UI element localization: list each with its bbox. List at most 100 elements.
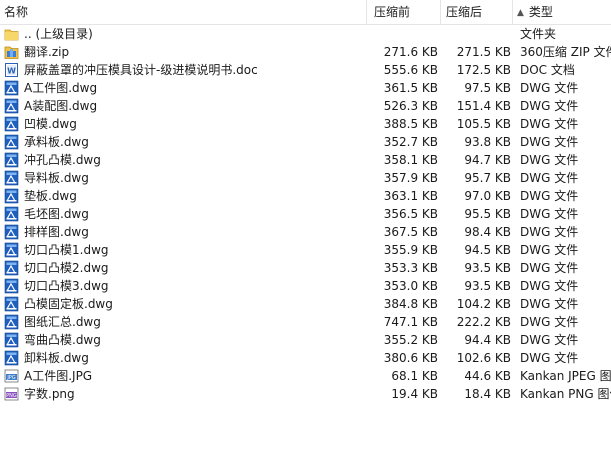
file-row[interactable]: 图纸汇总.dwg 747.1 KB 222.2 KB DWG 文件 (0, 313, 611, 331)
file-packed-size: 388.5 KB (383, 117, 438, 131)
file-packed-size: 353.0 KB (383, 279, 438, 293)
file-size: 97.0 KB (464, 189, 511, 203)
doc-file-icon: W (4, 62, 19, 78)
file-type: DWG 文件 (520, 135, 579, 149)
file-packed-size: 555.6 KB (383, 63, 438, 77)
file-type: DWG 文件 (520, 261, 579, 275)
dwg-file-icon (4, 314, 19, 330)
column-divider[interactable] (440, 0, 441, 24)
file-row[interactable]: 排样图.dwg 367.5 KB 98.4 KB DWG 文件 (0, 223, 611, 241)
file-row[interactable]: 切口凸模2.dwg 353.3 KB 93.5 KB DWG 文件 (0, 259, 611, 277)
file-size: 95.5 KB (464, 207, 511, 221)
file-type: Kankan JPEG 图像 (520, 369, 611, 383)
file-size: 94.5 KB (464, 243, 511, 257)
dwg-file-icon (4, 116, 19, 132)
file-row[interactable]: A工件图.dwg 361.5 KB 97.5 KB DWG 文件 (0, 79, 611, 97)
file-packed-size: 361.5 KB (383, 81, 438, 95)
file-name: 翻译.zip (24, 45, 70, 59)
file-row[interactable]: 毛坯图.dwg 356.5 KB 95.5 KB DWG 文件 (0, 205, 611, 223)
file-packed-size (372, 25, 438, 43)
file-row[interactable]: 承料板.dwg 352.7 KB 93.8 KB DWG 文件 (0, 133, 611, 151)
file-row[interactable]: A装配图.dwg 526.3 KB 151.4 KB DWG 文件 (0, 97, 611, 115)
png-image-icon: PNG (4, 386, 19, 402)
file-packed-size: 747.1 KB (383, 315, 438, 329)
column-header-size[interactable]: 压缩后 (446, 0, 482, 24)
file-row[interactable]: 凹模.dwg 388.5 KB 105.5 KB DWG 文件 (0, 115, 611, 133)
file-packed-size: 68.1 KB (391, 369, 438, 383)
file-name: 排样图.dwg (24, 225, 89, 239)
column-header-name[interactable]: 名称 (4, 0, 28, 24)
svg-text:W: W (7, 67, 16, 76)
dwg-file-icon (4, 296, 19, 312)
file-size: 98.4 KB (464, 225, 511, 239)
file-packed-size: 352.7 KB (383, 135, 438, 149)
dwg-file-icon (4, 278, 19, 294)
file-name: 屏蔽盖罩的冲压模具设计-级进模说明书.doc (24, 63, 258, 77)
dwg-file-icon (4, 224, 19, 240)
file-type: DWG 文件 (520, 117, 579, 131)
file-size: 222.2 KB (456, 315, 511, 329)
file-row[interactable]: .. (上级目录) 文件夹 (0, 25, 611, 43)
file-row[interactable]: 切口凸模1.dwg 355.9 KB 94.5 KB DWG 文件 (0, 241, 611, 259)
file-row[interactable]: JPG A工件图.JPG 68.1 KB 44.6 KB Kankan JPEG 图像 (0, 367, 611, 385)
file-packed-size: 355.2 KB (383, 333, 438, 347)
file-type: DWG 文件 (520, 243, 579, 257)
file-type: DOC 文档 (520, 63, 575, 77)
file-row[interactable]: 冲孔凸模.dwg 358.1 KB 94.7 KB DWG 文件 (0, 151, 611, 169)
file-size: 95.7 KB (464, 171, 511, 185)
jpg-image-icon: JPG (4, 368, 19, 384)
file-name: 凸模固定板.dwg (24, 297, 113, 311)
folder-up-icon (4, 26, 19, 42)
dwg-file-icon (4, 80, 19, 96)
dwg-file-icon (4, 188, 19, 204)
file-type: DWG 文件 (520, 207, 579, 221)
column-header-packed[interactable]: 压缩前 (374, 0, 410, 24)
file-type: Kankan PNG 图像 (520, 387, 611, 401)
zip-archive-icon (4, 44, 19, 60)
file-size: 93.5 KB (464, 261, 511, 275)
file-name: 毛坯图.dwg (24, 207, 89, 221)
file-packed-size: 384.8 KB (383, 297, 438, 311)
file-packed-size: 526.3 KB (383, 99, 438, 113)
file-type: DWG 文件 (520, 99, 579, 113)
file-row[interactable]: 弯曲凸模.dwg 355.2 KB 94.4 KB DWG 文件 (0, 331, 611, 349)
file-row[interactable]: 翻译.zip 271.6 KB 271.5 KB 360压缩 ZIP 文件 (0, 43, 611, 61)
file-name: 切口凸模1.dwg (24, 243, 109, 257)
file-size: 271.5 KB (456, 45, 511, 59)
file-packed-size: 271.6 KB (383, 45, 438, 59)
file-type: DWG 文件 (520, 333, 579, 347)
file-type: DWG 文件 (520, 171, 579, 185)
dwg-file-icon (4, 332, 19, 348)
file-name: 弯曲凸模.dwg (24, 333, 101, 347)
column-header-type-label: 类型 (528, 5, 553, 19)
file-type: DWG 文件 (520, 279, 579, 293)
dwg-file-icon (4, 242, 19, 258)
dwg-file-icon (4, 170, 19, 186)
file-name: A装配图.dwg (24, 99, 98, 113)
file-type: 文件夹 (520, 27, 557, 41)
file-row[interactable]: PNG 字数.png 19.4 KB 18.4 KB Kankan PNG 图像 (0, 385, 611, 403)
column-divider[interactable] (366, 0, 367, 24)
file-row[interactable]: 垫板.dwg 363.1 KB 97.0 KB DWG 文件 (0, 187, 611, 205)
svg-text:PNG: PNG (6, 393, 17, 399)
file-row[interactable]: 凸模固定板.dwg 384.8 KB 104.2 KB DWG 文件 (0, 295, 611, 313)
file-row[interactable]: 切口凸模3.dwg 353.0 KB 93.5 KB DWG 文件 (0, 277, 611, 295)
svg-text:JPG: JPG (6, 375, 15, 381)
dwg-file-icon (4, 350, 19, 366)
file-size: 44.6 KB (464, 369, 511, 383)
file-size: 104.2 KB (456, 297, 511, 311)
file-type: 360压缩 ZIP 文件 (520, 45, 611, 59)
file-size (444, 25, 511, 43)
file-size: 151.4 KB (456, 99, 511, 113)
sort-ascending-icon: ▲ (517, 8, 524, 18)
file-row[interactable]: W 屏蔽盖罩的冲压模具设计-级进模说明书.doc 555.6 KB 172.5 KB D… (0, 61, 611, 79)
column-header-type[interactable]: ▲ 类型 (517, 0, 553, 24)
file-packed-size: 363.1 KB (383, 189, 438, 203)
file-row[interactable]: 导料板.dwg 357.9 KB 95.7 KB DWG 文件 (0, 169, 611, 187)
file-type: DWG 文件 (520, 297, 579, 311)
file-size: 97.5 KB (464, 81, 511, 95)
file-packed-size: 355.9 KB (383, 243, 438, 257)
column-divider[interactable] (512, 0, 513, 24)
file-row[interactable]: 卸料板.dwg 380.6 KB 102.6 KB DWG 文件 (0, 349, 611, 367)
file-name: 垫板.dwg (24, 189, 77, 203)
